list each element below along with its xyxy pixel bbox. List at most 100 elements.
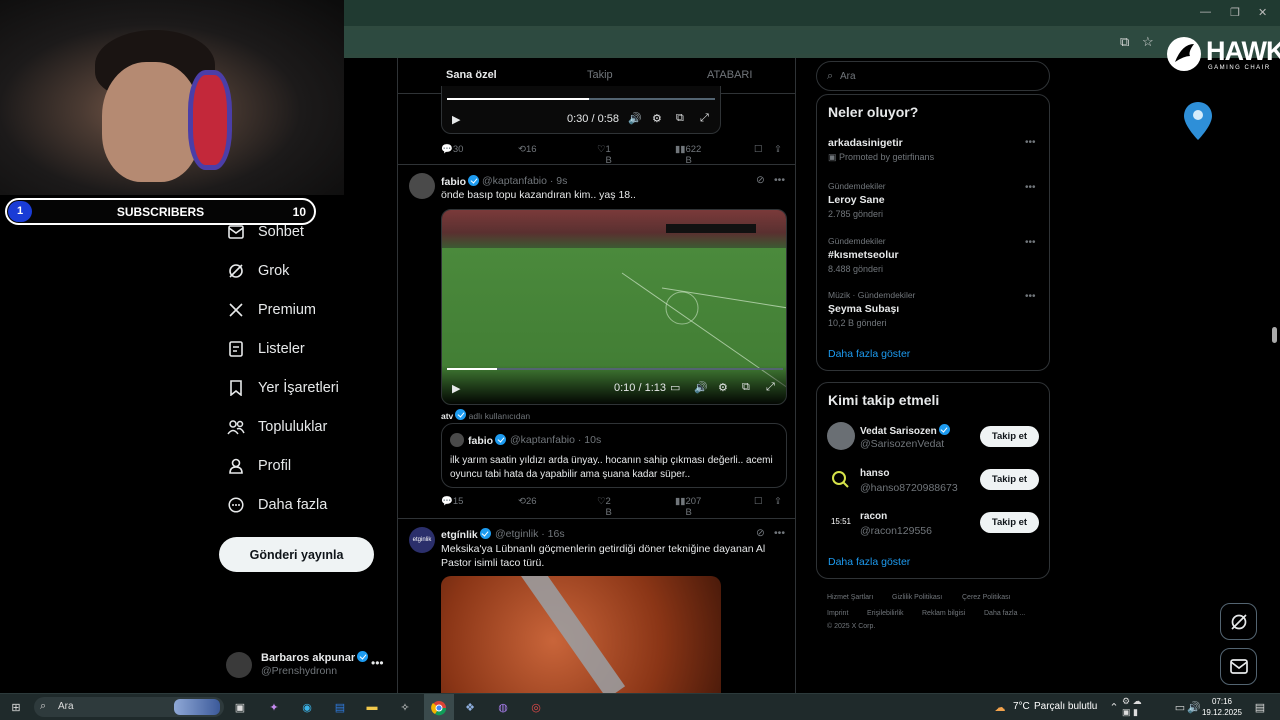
- footer-imprint[interactable]: Imprint: [827, 610, 848, 617]
- edge-icon[interactable]: ◉: [297, 698, 317, 716]
- nav-sohbet[interactable]: Sohbet: [226, 217, 304, 247]
- avatar[interactable]: etginlik: [409, 527, 435, 553]
- post-button[interactable]: Gönderi yayınla: [219, 537, 374, 572]
- nav-listeler[interactable]: Listeler: [226, 334, 305, 364]
- more-icon[interactable]: •••: [1025, 291, 1036, 302]
- minimize-icon[interactable]: —: [1200, 6, 1211, 18]
- nav-profil[interactable]: Profil: [226, 451, 291, 481]
- more-icon[interactable]: •••: [1025, 137, 1036, 148]
- footer-more[interactable]: Daha fazla ...: [984, 610, 1025, 617]
- video-player[interactable]: ▶ 0:30 / 0:58 🔊 ⚙ ⧉ ⤢: [441, 86, 721, 134]
- install-app-icon[interactable]: ⧉: [1120, 34, 1129, 50]
- follow-button[interactable]: Takip et: [980, 469, 1039, 490]
- tweet-image[interactable]: [441, 576, 721, 693]
- like-button[interactable]: ♡ 2 B: [597, 496, 612, 518]
- play-icon[interactable]: ▶: [452, 113, 460, 126]
- address-bar[interactable]: [344, 30, 1280, 54]
- trend-name[interactable]: Leroy Sane: [828, 194, 885, 206]
- more-icon[interactable]: •••: [371, 656, 384, 670]
- grok-button[interactable]: [1220, 603, 1257, 640]
- search-input[interactable]: ⌕ Ara: [816, 61, 1050, 91]
- like-button[interactable]: ♡ 1 B: [597, 144, 612, 166]
- avatar[interactable]: 15:51: [827, 508, 855, 536]
- share-icon[interactable]: ⇪: [774, 496, 782, 507]
- volume-icon[interactable]: 🔊: [628, 112, 642, 125]
- chevron-up-icon[interactable]: ⌃: [1104, 698, 1124, 716]
- avatar[interactable]: [409, 173, 435, 199]
- more-icon[interactable]: •••: [774, 174, 785, 186]
- views-button[interactable]: ▮▮ 207 B: [675, 496, 701, 518]
- quoted-tweet[interactable]: fabio @kaptanfabio · 10s ilk yarım saati…: [441, 423, 787, 488]
- settings-icon[interactable]: ⚙: [718, 381, 728, 394]
- tweet-author[interactable]: fabio: [441, 175, 480, 188]
- grok-icon[interactable]: ⊘: [756, 527, 765, 539]
- copilot-icon[interactable]: ✦: [264, 698, 284, 716]
- nav-premium[interactable]: Premium: [226, 295, 316, 325]
- avatar[interactable]: [827, 466, 855, 494]
- scrollbar-thumb[interactable]: [1272, 327, 1277, 343]
- clock[interactable]: 07:16 19.12.2025: [1202, 696, 1242, 718]
- tab-sana-ozel[interactable]: Sana özel: [446, 69, 497, 81]
- settings-icon[interactable]: ⚙: [652, 112, 662, 125]
- task-view-icon[interactable]: ▣: [230, 698, 250, 716]
- who-more-link[interactable]: Daha fazla göster: [828, 556, 910, 568]
- reply-button[interactable]: 💬 30: [441, 144, 463, 155]
- tab-atabari[interactable]: ATABARI: [707, 69, 752, 81]
- store-icon[interactable]: ▤: [330, 698, 350, 716]
- pip-icon[interactable]: ⧉: [676, 112, 684, 125]
- follow-button[interactable]: Takip et: [980, 426, 1039, 447]
- bookmark-star-icon[interactable]: ☆: [1142, 34, 1154, 50]
- messages-button[interactable]: [1220, 648, 1257, 685]
- obs-icon[interactable]: ◎: [526, 698, 546, 716]
- follow-name[interactable]: Vedat Sarisozen: [860, 424, 950, 437]
- grok-icon[interactable]: ⊘: [756, 174, 765, 186]
- tweet-handle[interactable]: @kaptanfabio · 9s: [482, 175, 567, 187]
- play-icon[interactable]: ▶: [452, 382, 460, 395]
- tab-takip[interactable]: Takip: [587, 69, 613, 81]
- share-icon[interactable]: ⇪: [774, 144, 782, 155]
- bookmark-icon[interactable]: ☐: [754, 496, 763, 507]
- footer-privacy[interactable]: Gizlilik Politikası: [892, 594, 942, 601]
- follow-name[interactable]: hanso: [860, 468, 889, 479]
- follow-name[interactable]: racon: [860, 511, 887, 522]
- pip-icon[interactable]: ⧉: [742, 381, 750, 394]
- start-icon[interactable]: ⊞: [6, 698, 26, 716]
- close-icon[interactable]: ✕: [1258, 6, 1267, 19]
- volume-icon[interactable]: 🔊: [694, 381, 708, 394]
- bookmark-icon[interactable]: ☐: [754, 144, 763, 155]
- video-progress-track[interactable]: [447, 368, 783, 370]
- tweet-author[interactable]: etgínlik: [441, 528, 491, 541]
- nav-daha-fazla[interactable]: Daha fazla: [226, 490, 327, 520]
- nav-grok[interactable]: Grok: [226, 256, 289, 286]
- video-player[interactable]: ▶ 0:10 / 1:13 ▭ 🔊 ⚙ ⧉ ⤢: [441, 209, 787, 405]
- app-icon[interactable]: ❖: [460, 698, 480, 716]
- tweet-handle[interactable]: @etginlik · 16s: [495, 528, 565, 540]
- show-more-link[interactable]: Daha fazla göster: [828, 348, 910, 360]
- footer-cookies[interactable]: Çerez Politikası: [962, 594, 1011, 601]
- avatar[interactable]: [827, 422, 855, 450]
- discord-icon[interactable]: ◍: [493, 698, 513, 716]
- footer-ads[interactable]: Reklam bilgisi: [922, 610, 965, 617]
- follow-button[interactable]: Takip et: [980, 512, 1039, 533]
- nav-yer-isaretleri[interactable]: Yer İşaretleri: [226, 373, 339, 403]
- account-switcher[interactable]: Barbaros akpunar @Prenshydronn •••: [226, 650, 396, 680]
- notifications-icon[interactable]: ▤: [1250, 698, 1270, 716]
- captions-icon[interactable]: ▭: [670, 381, 680, 394]
- more-icon[interactable]: •••: [1025, 237, 1036, 248]
- views-button[interactable]: ▮▮ 622 B: [675, 144, 701, 166]
- trend-name[interactable]: arkadasinigetir: [828, 137, 903, 149]
- trend-name[interactable]: #kısmetseolur: [828, 249, 899, 261]
- repost-button[interactable]: ⟲ 26: [518, 496, 537, 507]
- reply-button[interactable]: 💬 15: [441, 496, 463, 507]
- chrome-icon[interactable]: [424, 694, 454, 720]
- trend-name[interactable]: Şeyma Subaşı: [828, 303, 899, 315]
- nav-topluluklar[interactable]: Topluluklar: [226, 412, 327, 442]
- maximize-icon[interactable]: ❐: [1230, 6, 1240, 19]
- tray-icons[interactable]: ⚙ ☁ ▣ ▮: [1122, 696, 1142, 717]
- fullscreen-icon[interactable]: ⤢: [700, 112, 709, 125]
- more-icon[interactable]: •••: [1025, 182, 1036, 193]
- taskbar-search[interactable]: ⌕ Ara: [34, 697, 224, 717]
- video-credit[interactable]: atv adlı kullanıcıdan: [441, 409, 530, 421]
- footer-accessibility[interactable]: Erişilebilirlik: [867, 610, 904, 617]
- video-progress-track[interactable]: [447, 98, 715, 100]
